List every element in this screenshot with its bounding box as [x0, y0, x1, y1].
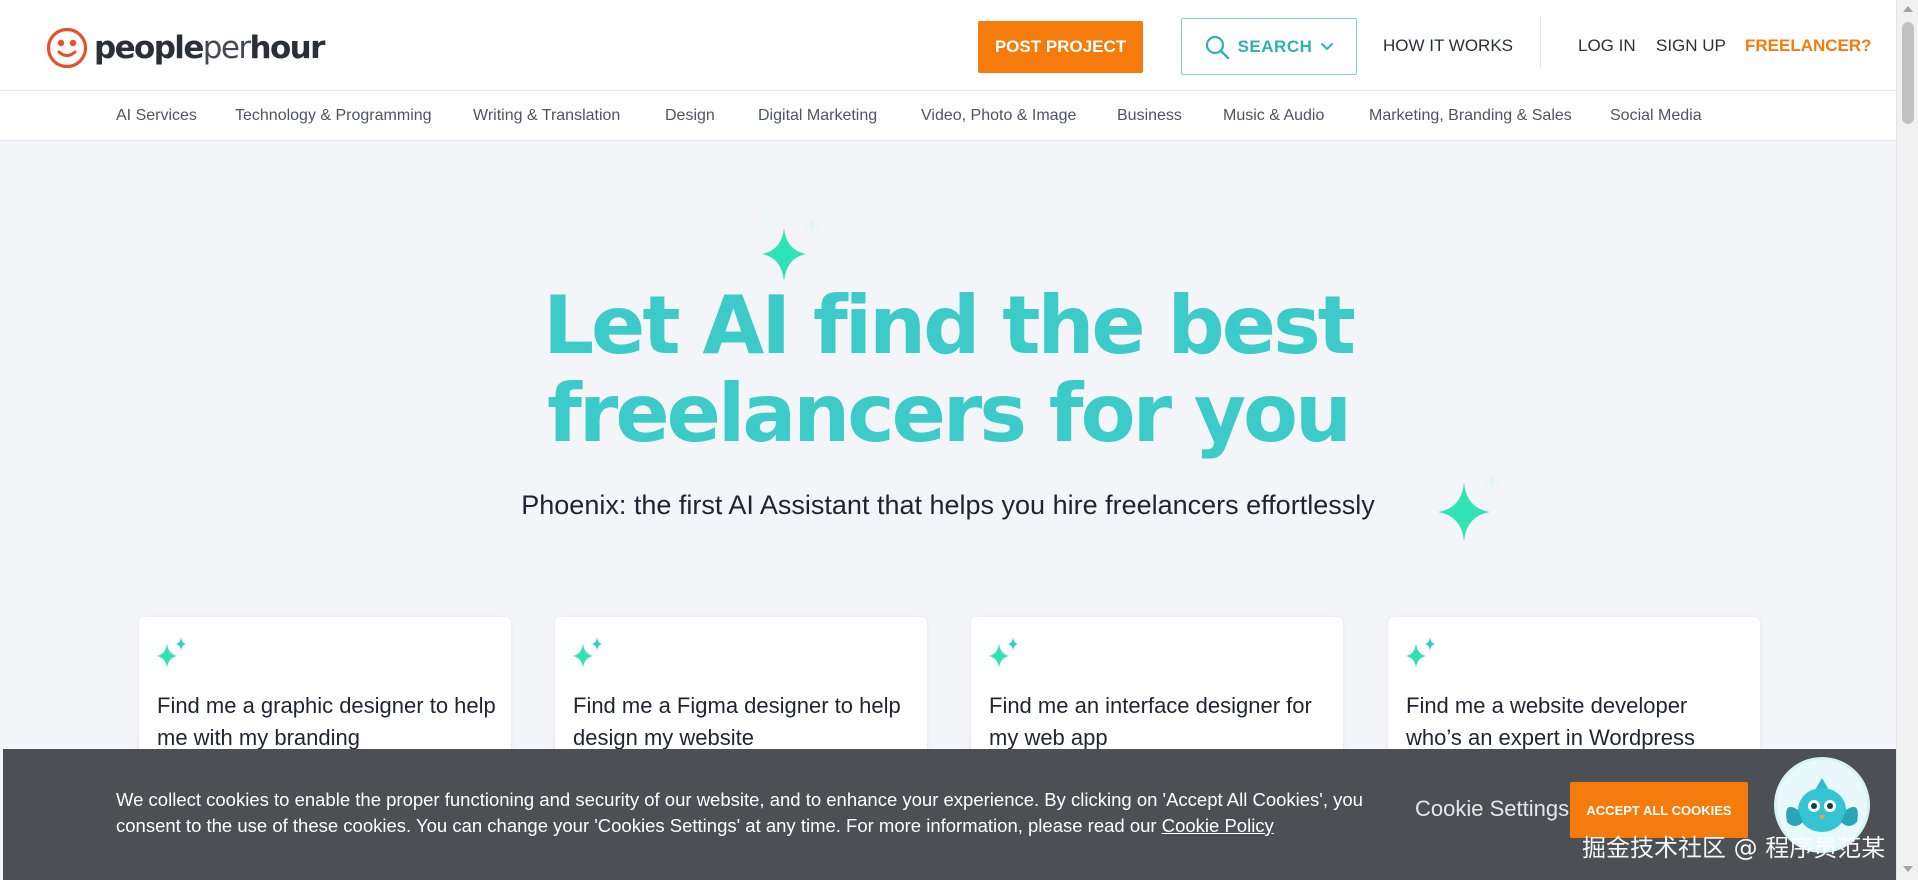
- cookie-policy-link[interactable]: Cookie Policy: [1162, 815, 1274, 836]
- sparkle-icon: [1406, 637, 1435, 668]
- cookie-settings-button[interactable]: Cookie Settings: [1415, 796, 1569, 822]
- category-business[interactable]: Business: [1117, 107, 1182, 125]
- sparkle-icon: [573, 637, 602, 668]
- search-label: SEARCH: [1237, 36, 1313, 56]
- brand-wordmark: peopleperhour: [94, 30, 325, 66]
- smiley-logo-icon: [46, 27, 88, 69]
- category-social-media[interactable]: Social Media: [1610, 107, 1702, 125]
- scroll-up-arrow-icon[interactable]: [1903, 6, 1913, 12]
- card-text: Find me a Figma designer to help design …: [573, 693, 901, 750]
- category-design[interactable]: Design: [665, 107, 715, 125]
- card-text: Find me a graphic designer to help me wi…: [157, 693, 496, 750]
- hero-subtitle: Phoenix: the first AI Assistant that hel…: [521, 490, 1375, 520]
- sparkle-icon: [1438, 468, 1500, 542]
- cookie-message: We collect cookies to enable the proper …: [116, 787, 1366, 839]
- freelancer-link[interactable]: FREELANCER?: [1745, 36, 1872, 56]
- category-technology-programming[interactable]: Technology & Programming: [235, 107, 432, 125]
- category-ai-services[interactable]: AI Services: [116, 107, 197, 125]
- how-it-works-link[interactable]: HOW IT WORKS: [1383, 36, 1513, 56]
- site-header: peopleperhour POST PROJECT SEARCH HOW IT…: [0, 0, 1896, 91]
- category-nav: AI Services Technology & Programming Wri…: [0, 91, 1896, 141]
- category-digital-marketing[interactable]: Digital Marketing: [758, 107, 877, 125]
- sparkle-icon: [157, 637, 186, 668]
- sparkle-icon: [989, 637, 1018, 668]
- search-button[interactable]: SEARCH: [1181, 18, 1357, 75]
- header-divider: [1540, 16, 1541, 68]
- card-text: Find me a website developer who’s an exp…: [1406, 693, 1695, 750]
- category-video-photo-image[interactable]: Video, Photo & Image: [921, 107, 1076, 125]
- scroll-down-arrow-icon[interactable]: [1903, 866, 1913, 872]
- category-marketing-branding-sales[interactable]: Marketing, Branding & Sales: [1369, 107, 1572, 125]
- search-icon: [1205, 35, 1229, 59]
- hero-title-line1: Let AI find the best: [543, 279, 1356, 372]
- hero-title-line2: freelancers for you: [547, 367, 1352, 460]
- category-writing-translation[interactable]: Writing & Translation: [473, 107, 620, 125]
- page-scrollbar[interactable]: [1896, 0, 1918, 880]
- category-music-audio[interactable]: Music & Audio: [1223, 107, 1324, 125]
- scrollbar-thumb[interactable]: [1902, 22, 1914, 124]
- log-in-link[interactable]: LOG IN: [1578, 36, 1636, 56]
- sparkle-icon: [758, 210, 820, 282]
- sign-up-link[interactable]: SIGN UP: [1656, 36, 1726, 56]
- post-project-button[interactable]: POST PROJECT: [978, 21, 1143, 73]
- chevron-down-icon: [1321, 42, 1334, 50]
- card-text: Find me an interface designer for my web…: [989, 693, 1312, 750]
- watermark-text: 掘金技术社区 @ 程序员范某: [1582, 834, 1886, 862]
- brand-logo[interactable]: peopleperhour: [46, 26, 325, 70]
